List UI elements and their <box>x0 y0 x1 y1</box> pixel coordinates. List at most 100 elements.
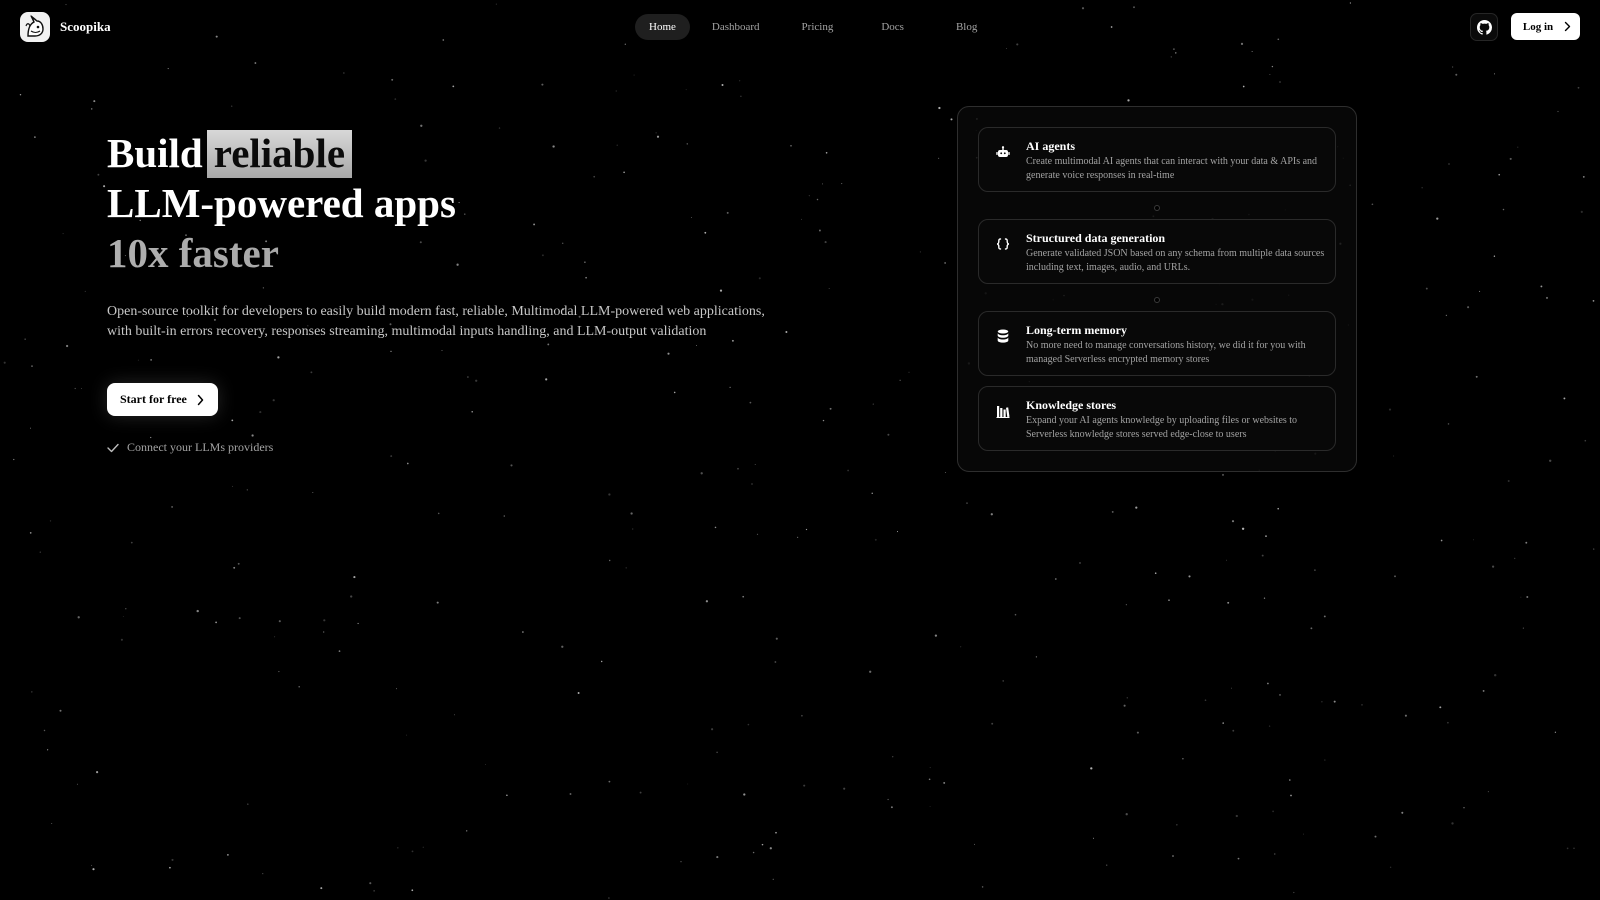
star-dot <box>796 536 799 539</box>
star-dot <box>569 793 572 795</box>
star-dot <box>615 90 617 92</box>
star-dot <box>1447 721 1449 724</box>
star-dot <box>1545 296 1549 299</box>
star-dot <box>1279 694 1281 696</box>
main-nav: Home Dashboard Pricing Docs Blog <box>635 14 997 40</box>
nav-item-docs[interactable]: Docs <box>867 14 918 40</box>
star-dot <box>1123 704 1126 707</box>
star-dot <box>1324 759 1326 761</box>
star-dot <box>312 491 314 494</box>
star-dot <box>394 98 397 100</box>
star-dot <box>81 387 83 389</box>
star-dot <box>1448 163 1450 165</box>
star-dot <box>169 866 171 869</box>
star-dot <box>91 864 93 866</box>
nav-item-pricing[interactable]: Pricing <box>788 14 848 40</box>
star-dot <box>790 145 792 147</box>
star-dot <box>1472 539 1475 541</box>
star-dot <box>1549 459 1552 462</box>
star-dot <box>1494 674 1497 677</box>
star-dot <box>829 407 832 410</box>
headline-line3: 10x faster <box>107 228 787 278</box>
star-dot <box>1079 562 1081 564</box>
feature-description: Create multimodal AI agents that can int… <box>1026 156 1318 181</box>
star-dot <box>1170 56 1172 58</box>
feature-title: Long-term memory <box>1026 323 1127 337</box>
star-dot <box>899 379 901 381</box>
start-for-free-button[interactable]: Start for free <box>107 383 218 416</box>
star-dot <box>716 856 719 859</box>
star-dot <box>687 783 689 785</box>
star-dot <box>960 646 962 648</box>
star-dot <box>1577 86 1580 89</box>
star-dot <box>1451 66 1454 68</box>
star-dot <box>1303 833 1305 835</box>
star-dot <box>29 427 32 429</box>
star-dot <box>944 471 947 474</box>
star-dot <box>803 784 806 787</box>
star-dot <box>739 80 741 82</box>
star-dot <box>743 793 746 796</box>
star-dot <box>1265 535 1267 537</box>
star-dot <box>816 198 819 201</box>
nav-item-dashboard[interactable]: Dashboard <box>698 14 774 40</box>
star-dot <box>630 512 633 515</box>
chevron-right-icon <box>197 394 204 405</box>
star-dot <box>772 878 774 880</box>
star-dot <box>1401 811 1404 814</box>
star-dot <box>934 634 938 637</box>
star-dot <box>1514 557 1516 560</box>
star-dot <box>320 887 323 890</box>
star-dot <box>1502 208 1505 211</box>
star-dot <box>1425 287 1428 290</box>
star-dot <box>411 850 414 853</box>
star-dot <box>981 886 984 888</box>
star-dot <box>167 68 169 70</box>
star-dot <box>1127 99 1130 102</box>
braces-icon <box>995 236 1011 252</box>
star-dot <box>633 74 635 76</box>
star-dot <box>1288 779 1291 781</box>
library-icon <box>995 403 1011 419</box>
nav-item-blog[interactable]: Blog <box>942 14 991 40</box>
star-dot <box>774 661 777 663</box>
star-dot <box>522 631 524 633</box>
star-dot <box>453 714 455 716</box>
star-dot <box>705 600 709 603</box>
login-button[interactable]: Log in <box>1511 13 1580 40</box>
star-dot <box>406 734 408 736</box>
star-dot <box>24 338 26 340</box>
star-dot <box>1573 847 1575 849</box>
star-dot <box>1566 847 1569 850</box>
brand-logo-link[interactable]: Scoopika <box>20 12 111 42</box>
robot-icon <box>995 144 1011 160</box>
github-icon <box>1476 19 1492 35</box>
star-dot <box>874 538 877 541</box>
star-dot <box>1439 706 1442 709</box>
star-dot <box>391 78 394 81</box>
nav-item-home[interactable]: Home <box>635 14 690 40</box>
star-dot <box>1172 855 1174 857</box>
star-dot <box>1204 699 1207 702</box>
star-dot <box>171 858 174 861</box>
star-dot <box>390 455 393 458</box>
star-dot <box>805 528 808 531</box>
star-dot <box>1455 73 1458 76</box>
star-dot <box>943 781 946 784</box>
star-dot <box>1242 85 1245 88</box>
star-dot <box>59 709 62 712</box>
star-dot <box>436 601 439 604</box>
star-dot <box>1374 835 1377 838</box>
star-dot <box>437 512 440 515</box>
star-dot <box>350 595 353 598</box>
star-dot <box>761 843 764 846</box>
star-dot <box>90 108 93 110</box>
star-dot <box>974 843 975 845</box>
star-dot <box>1498 173 1501 176</box>
github-button[interactable] <box>1470 13 1498 41</box>
star-dot <box>215 621 217 624</box>
star-dot <box>990 513 993 516</box>
feature-title: Structured data generation <box>1026 231 1166 245</box>
star-dot <box>887 798 889 801</box>
star-dot <box>608 780 611 783</box>
